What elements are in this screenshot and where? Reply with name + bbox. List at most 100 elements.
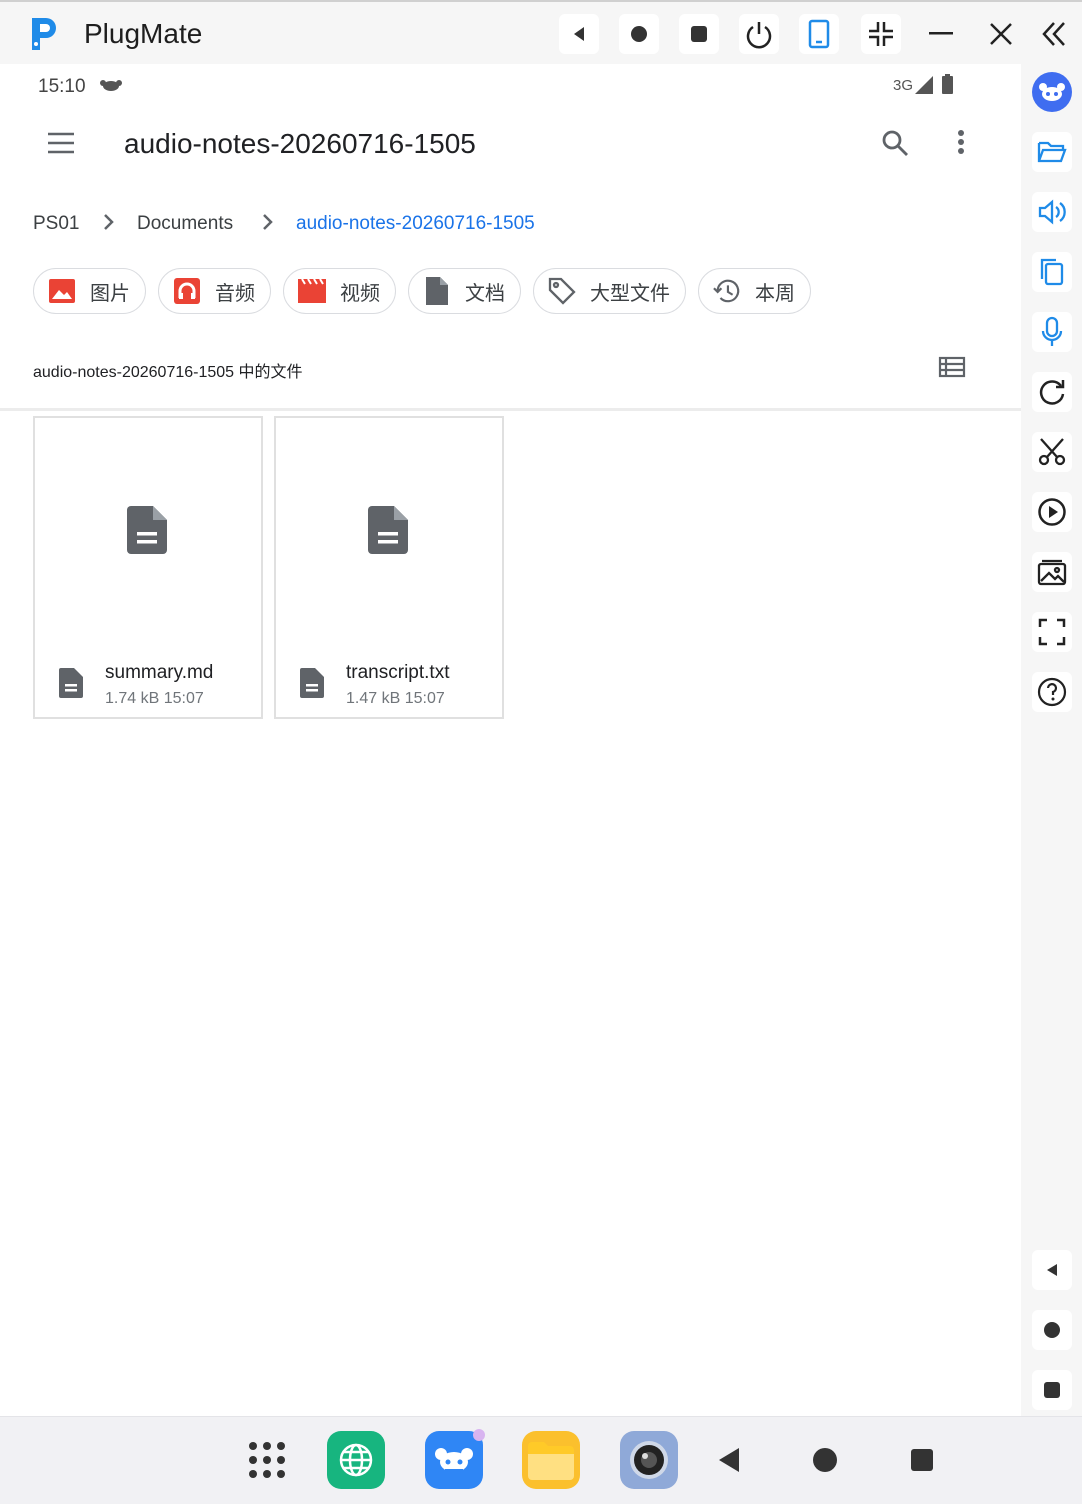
volume-icon: [1038, 199, 1066, 225]
search-button[interactable]: [880, 128, 910, 163]
history-icon: [713, 277, 741, 305]
collapse-sidebar-button[interactable]: [1034, 14, 1074, 54]
back-button[interactable]: [559, 14, 599, 54]
record-button[interactable]: [1032, 492, 1072, 532]
app-store-button[interactable]: [1032, 72, 1072, 112]
tag-icon: [548, 277, 576, 305]
camera-app[interactable]: [620, 1431, 678, 1489]
sidebar-home-button[interactable]: [1032, 1310, 1072, 1350]
files-icon: [528, 1442, 574, 1480]
emulator-sidebar: [1021, 64, 1082, 1416]
notification-dot: [473, 1429, 485, 1441]
battery-icon: [942, 74, 953, 99]
home-icon: [813, 1448, 837, 1472]
file-meta: 1.47 kB 15:07: [346, 690, 445, 707]
file-card[interactable]: transcript.txt 1.47 kB 15:07: [274, 416, 504, 719]
filter-chip-large-files[interactable]: 大型文件: [533, 268, 686, 314]
gallery-icon: [1037, 559, 1067, 586]
minimize-icon: [929, 32, 953, 35]
power-icon: [746, 22, 772, 49]
screenshot-cut-button[interactable]: [1032, 432, 1072, 472]
taskbar: [0, 1416, 1082, 1504]
recents-button[interactable]: [679, 14, 719, 54]
fullscreen-button[interactable]: [1032, 612, 1072, 652]
back-triangle-icon: [1047, 1264, 1057, 1276]
back-icon: [719, 1448, 739, 1472]
filter-chip-documents[interactable]: 文档: [408, 268, 521, 314]
headphones-icon: [173, 277, 201, 305]
filter-chip-audio[interactable]: 音频: [158, 268, 271, 314]
list-view-toggle[interactable]: [938, 356, 966, 383]
power-button[interactable]: [739, 14, 779, 54]
breadcrumb-item-documents[interactable]: Documents: [137, 213, 233, 235]
close-button[interactable]: [981, 14, 1021, 54]
search-icon: [882, 130, 908, 156]
app-title: PlugMate: [84, 18, 203, 49]
phone-icon: [808, 19, 830, 49]
menu-icon: [48, 132, 74, 154]
file-document-small-icon: [300, 668, 324, 698]
play-circle-icon: [1038, 498, 1066, 526]
stop-square-icon: [1044, 1382, 1060, 1398]
breadcrumb-item-ps01[interactable]: PS01: [33, 213, 79, 235]
plugmate-logo-icon: [26, 14, 62, 54]
minimize-button[interactable]: [921, 14, 961, 54]
gallery-button[interactable]: [1032, 552, 1072, 592]
page-title: audio-notes-20260716-1505: [124, 128, 476, 159]
close-icon: [990, 23, 1012, 45]
chevron-right-icon: [101, 212, 115, 237]
copy-button[interactable]: [1032, 252, 1072, 292]
network-type: 3G: [893, 77, 914, 94]
menu-button[interactable]: [46, 130, 76, 159]
browser-app[interactable]: [327, 1431, 385, 1489]
home-button[interactable]: [619, 14, 659, 54]
filter-chip-images[interactable]: 图片: [33, 268, 146, 314]
file-document-small-icon: [59, 668, 83, 698]
filter-chip-label: 视频: [340, 282, 380, 305]
file-card[interactable]: summary.md 1.74 kB 15:07: [33, 416, 263, 719]
app-drawer-icon: [249, 1442, 285, 1478]
sidebar-back-button[interactable]: [1032, 1250, 1072, 1290]
shrink-button[interactable]: [861, 14, 901, 54]
filter-chip-video[interactable]: 视频: [283, 268, 396, 314]
rotate-button[interactable]: [1032, 372, 1072, 412]
nav-recents-button[interactable]: [893, 1431, 951, 1489]
copy-icon: [1040, 258, 1064, 286]
help-button[interactable]: [1032, 672, 1072, 712]
recents-icon: [911, 1449, 933, 1471]
home-circle-icon: [631, 26, 647, 42]
filter-chip-label: 本周: [755, 282, 795, 305]
filter-chip-label: 大型文件: [590, 282, 670, 305]
notification-app-icon: [100, 78, 122, 97]
file-name: summary.md: [105, 662, 214, 683]
rotate-icon: [1039, 380, 1065, 405]
filter-chip-this-week[interactable]: 本周: [698, 268, 811, 314]
nav-home-button[interactable]: [796, 1431, 854, 1489]
app-drawer-button[interactable]: [238, 1431, 296, 1489]
microphone-icon: [1041, 316, 1063, 346]
app-store-icon: [1032, 72, 1072, 112]
files-app[interactable]: [522, 1431, 580, 1489]
sidebar-recents-button[interactable]: [1032, 1370, 1072, 1410]
volume-button[interactable]: [1032, 192, 1072, 232]
breadcrumb-item-current[interactable]: audio-notes-20260716-1505: [296, 213, 535, 235]
microphone-button[interactable]: [1032, 312, 1072, 352]
clapperboard-icon: [298, 277, 326, 305]
file-meta: 1.74 kB 15:07: [105, 690, 204, 707]
nav-back-button[interactable]: [700, 1431, 758, 1489]
document-icon: [423, 277, 451, 305]
folder-icon: [1037, 141, 1067, 163]
file-name: transcript.txt: [346, 662, 450, 683]
more-options-button[interactable]: [953, 128, 969, 163]
scissors-icon: [1038, 438, 1066, 466]
android-screen: 15:10 3G audio-notes-20260716-1505 PS01 …: [0, 64, 1021, 1416]
status-time: 15:10: [38, 76, 86, 97]
folder-button[interactable]: [1032, 132, 1072, 172]
window-title-bar: PlugMate: [0, 0, 1082, 64]
help-icon: [1037, 677, 1067, 707]
phone-mode-button[interactable]: [799, 14, 839, 54]
file-document-icon: [368, 506, 408, 554]
file-document-icon: [127, 506, 167, 554]
list-view-icon: [938, 356, 966, 378]
filter-chip-label: 图片: [90, 282, 130, 305]
